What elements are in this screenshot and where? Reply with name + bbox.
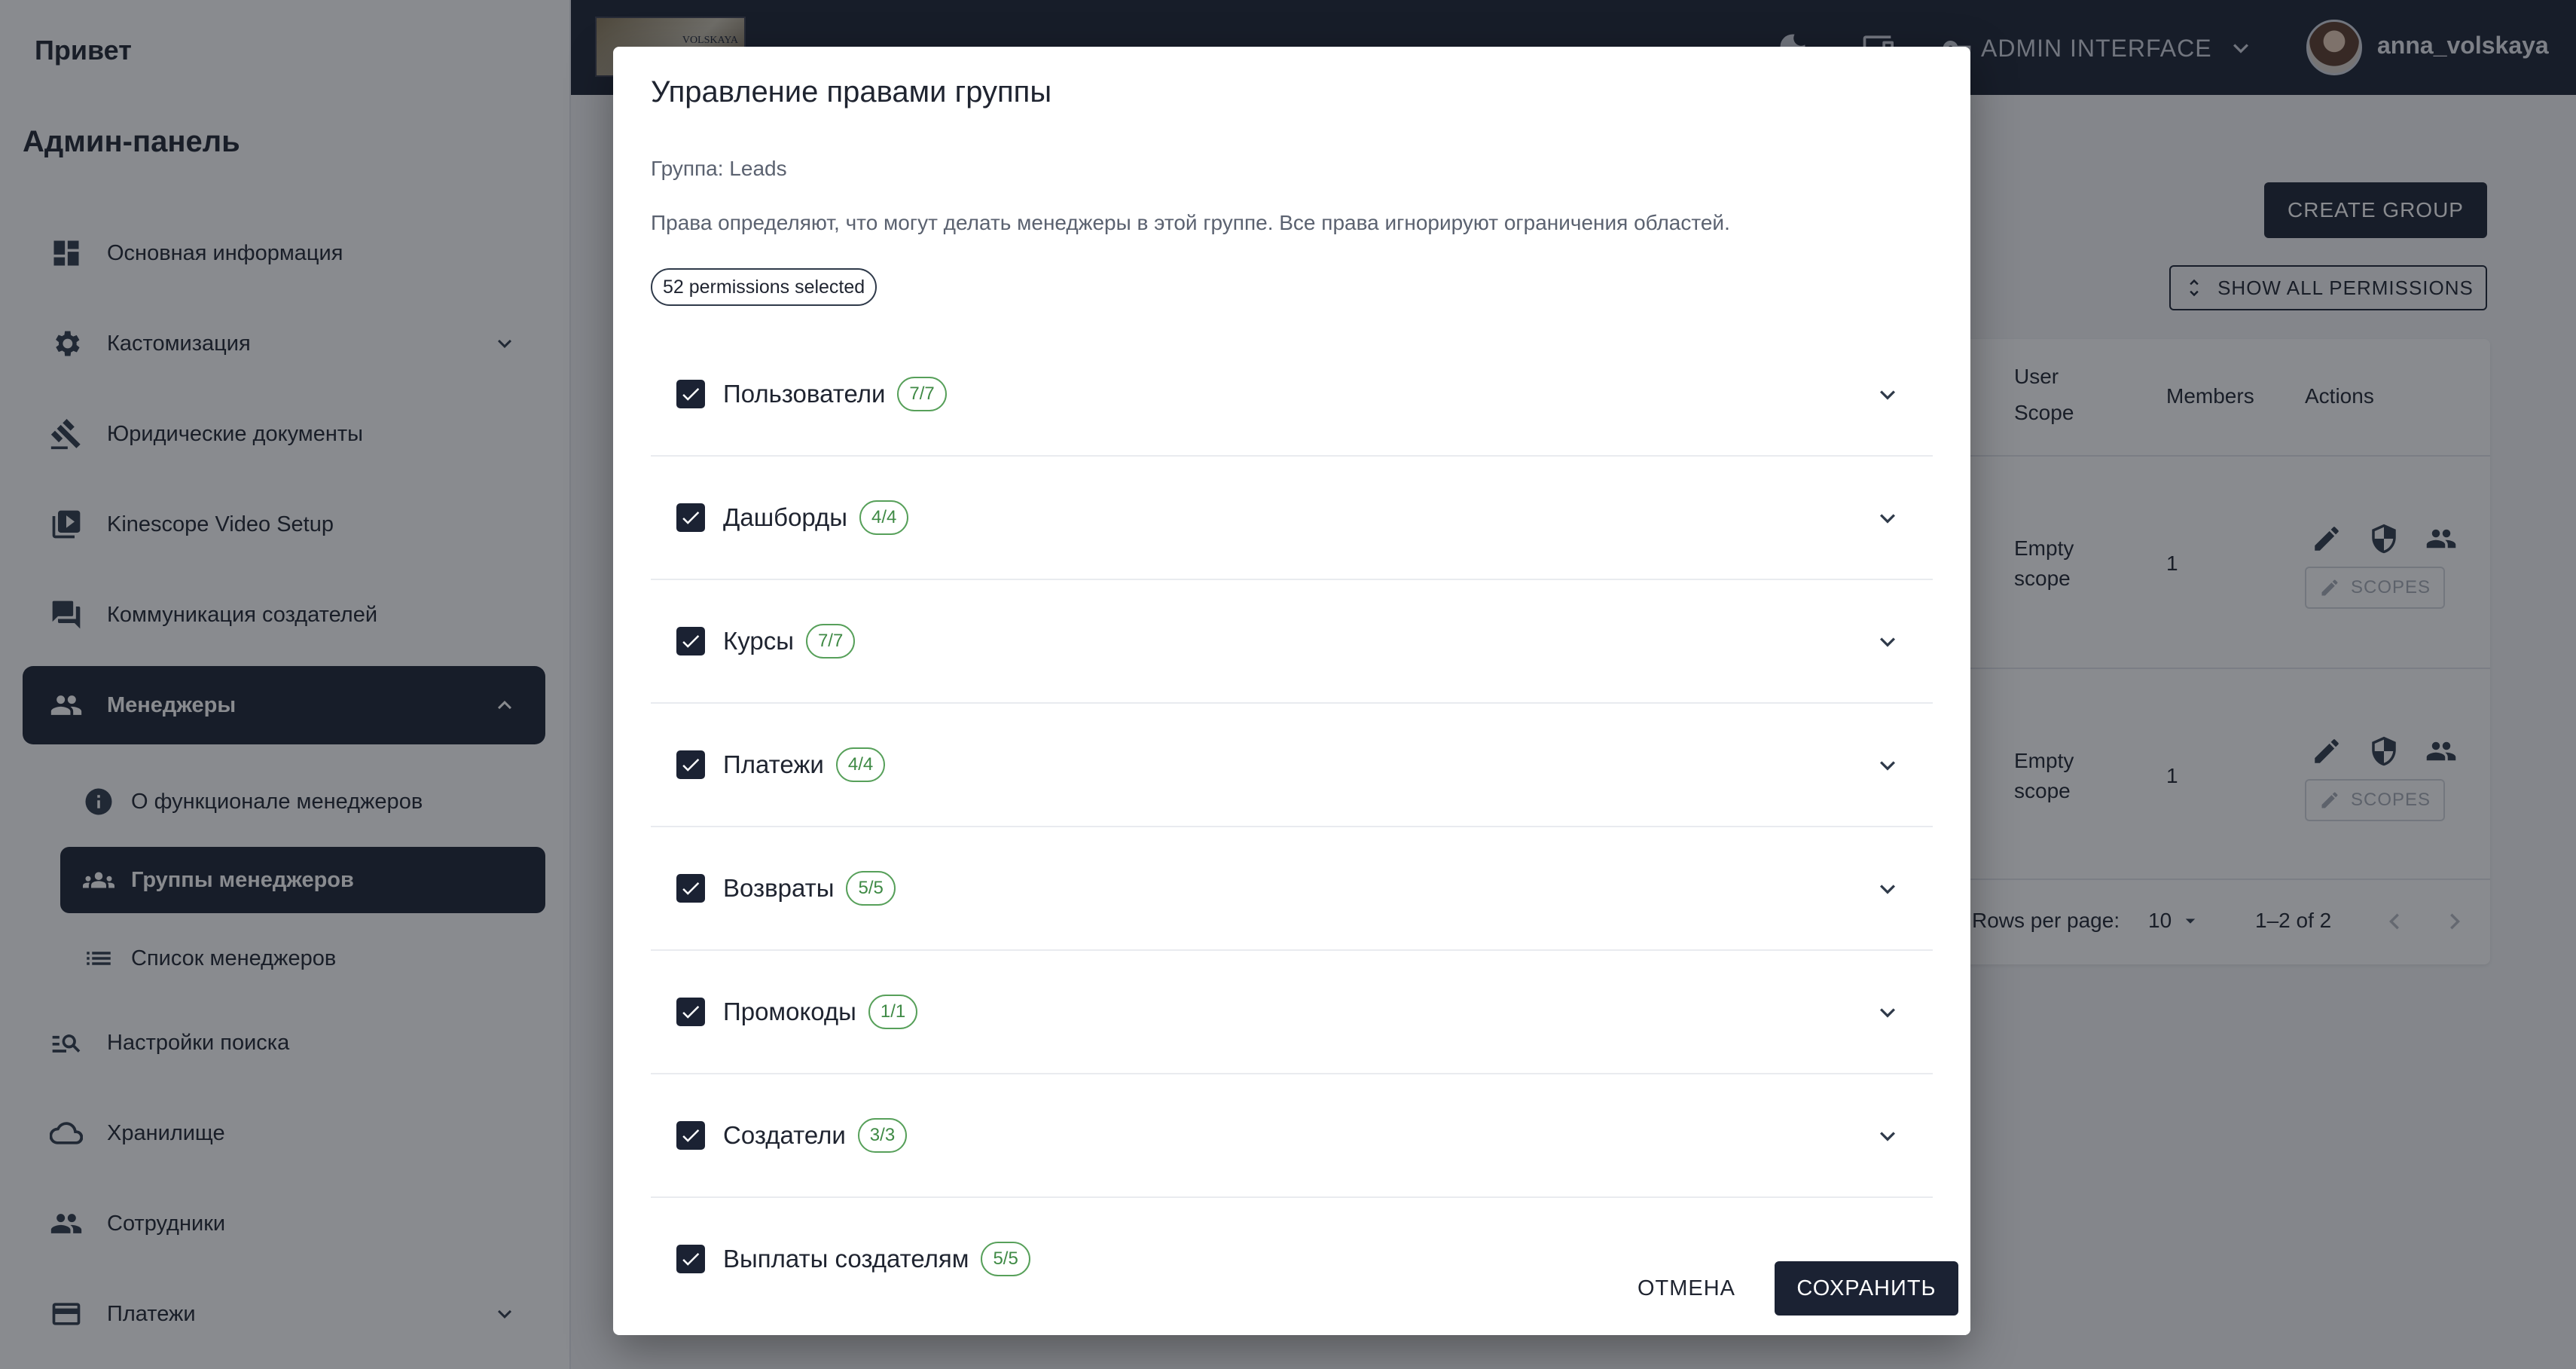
chevron-down-icon[interactable] bbox=[1872, 627, 1903, 657]
permission-label: Возвраты bbox=[723, 874, 835, 902]
permission-row-payments[interactable]: Платежи 4/4 bbox=[651, 704, 1933, 827]
checkbox-checked[interactable] bbox=[676, 750, 705, 779]
checkbox-checked[interactable] bbox=[676, 380, 705, 408]
permission-count-chip: 5/5 bbox=[846, 871, 896, 906]
dialog-description: Права определяют, что могут делать менед… bbox=[651, 211, 1730, 234]
chevron-down-icon[interactable] bbox=[1872, 750, 1903, 781]
permission-count-chip: 5/5 bbox=[981, 1242, 1030, 1276]
checkbox-checked[interactable] bbox=[676, 1245, 705, 1273]
checkbox-checked[interactable] bbox=[676, 998, 705, 1026]
checkbox-checked[interactable] bbox=[676, 627, 705, 655]
chevron-down-icon[interactable] bbox=[1872, 380, 1903, 410]
dialog-actions: ОТМЕНА СОХРАНИТЬ bbox=[1293, 1245, 1970, 1335]
dialog-title: Управление правами группы bbox=[651, 75, 1052, 108]
permission-label: Дашборды bbox=[723, 503, 847, 531]
permission-label: Создатели bbox=[723, 1121, 846, 1149]
permission-row-promocodes[interactable]: Промокоды 1/1 bbox=[651, 951, 1933, 1074]
chevron-down-icon[interactable] bbox=[1872, 998, 1903, 1028]
chevron-down-icon[interactable] bbox=[1872, 503, 1903, 533]
permissions-dialog: Управление правами группы Группа: Leads … bbox=[613, 47, 1970, 1335]
permission-list: Пользователи 7/7 Дашборды 4/4 Курсы 7/7 … bbox=[651, 333, 1933, 1305]
permission-label: Платежи bbox=[723, 750, 824, 778]
permission-label: Пользователи bbox=[723, 380, 886, 408]
save-button[interactable]: СОХРАНИТЬ bbox=[1775, 1261, 1958, 1316]
group-name: Группа: Leads bbox=[651, 157, 787, 180]
permission-count-chip: 7/7 bbox=[805, 624, 856, 659]
permission-row-courses[interactable]: Курсы 7/7 bbox=[651, 580, 1933, 704]
cancel-button[interactable]: ОТМЕНА bbox=[1621, 1261, 1752, 1316]
permission-label: Промокоды bbox=[723, 998, 856, 1025]
permission-count-chip: 4/4 bbox=[859, 500, 909, 535]
checkbox-checked[interactable] bbox=[676, 1121, 705, 1150]
chevron-down-icon[interactable] bbox=[1872, 1121, 1903, 1151]
checkbox-checked[interactable] bbox=[676, 503, 705, 532]
permission-label: Курсы bbox=[723, 627, 794, 655]
permission-row-refunds[interactable]: Возвраты 5/5 bbox=[651, 827, 1933, 951]
chevron-down-icon[interactable] bbox=[1872, 874, 1903, 904]
permission-count-chip: 4/4 bbox=[835, 747, 886, 782]
permission-label: Выплаты создателям bbox=[723, 1245, 969, 1273]
permission-row-dashboards[interactable]: Дашборды 4/4 bbox=[651, 457, 1933, 580]
permission-row-creators[interactable]: Создатели 3/3 bbox=[651, 1074, 1933, 1198]
selected-count-chip: 52 permissions selected bbox=[651, 268, 877, 306]
permission-row-users[interactable]: Пользователи 7/7 bbox=[651, 333, 1933, 457]
checkbox-checked[interactable] bbox=[676, 874, 705, 903]
permission-count-chip: 3/3 bbox=[857, 1118, 908, 1153]
permission-count-chip: 7/7 bbox=[897, 377, 947, 411]
permission-count-chip: 1/1 bbox=[868, 995, 918, 1029]
